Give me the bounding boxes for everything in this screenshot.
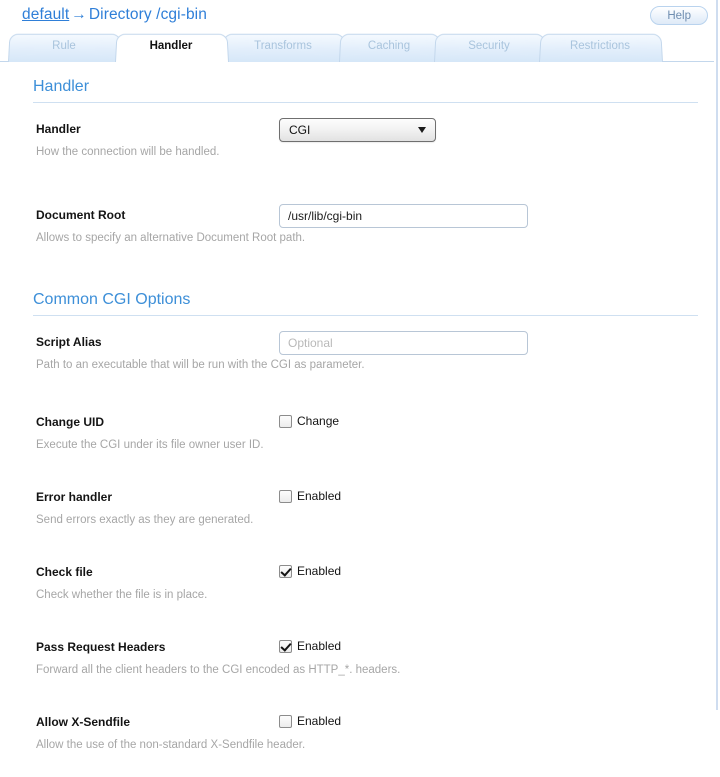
field-label-change-uid: Change UID: [36, 415, 105, 429]
tab-label: Restrictions: [569, 40, 631, 52]
field-control-handler: CGI: [279, 118, 436, 142]
field-help-document-root: Allows to specify an alternative Documen…: [36, 232, 306, 244]
help-button[interactable]: Help: [650, 6, 708, 25]
field-control-allow-x-sendfile: Enabled: [279, 711, 341, 731]
field-control-script-alias: [279, 331, 528, 355]
breadcrumb: default → Directory /cgi-bin: [22, 6, 207, 24]
field-help-allow-x-sendfile: Allow the use of the non-standard X-Send…: [36, 739, 306, 751]
field-label-script-alias: Script Alias: [36, 335, 102, 349]
field-label-check-file: Check file: [36, 565, 93, 579]
tab-security[interactable]: Security: [434, 33, 546, 62]
checkbox-wrap-check-file[interactable]: Enabled: [279, 561, 341, 581]
field-help-check-file: Check whether the file is in place.: [36, 589, 208, 601]
field-label-document-root: Document Root: [36, 208, 126, 222]
field-label-handler: Handler: [36, 122, 81, 136]
field-label-allow-x-sendfile: Allow X-Sendfile: [36, 715, 131, 729]
field-label-pass-request-headers: Pass Request Headers: [36, 640, 166, 654]
breadcrumb-link-default[interactable]: default: [22, 6, 69, 23]
tab-label: Handler: [149, 40, 193, 52]
page-right-border: [716, 0, 718, 710]
field-help-script-alias: Path to an executable that will be run w…: [36, 359, 365, 371]
field-row-error-handler: Error handler Send errors exactly as they…: [0, 477, 714, 552]
checkbox-pass-request-headers[interactable]: [279, 639, 292, 653]
checkbox-change-uid[interactable]: [279, 414, 292, 428]
page-header: default → Directory /cgi-bin Help: [0, 0, 720, 33]
tab-caching[interactable]: Caching: [339, 33, 441, 62]
field-control-error-handler: Enabled: [279, 486, 341, 506]
section-common-cgi-options: Common CGI Options Script Alias Path to an…: [0, 275, 714, 777]
tab-transforms[interactable]: Transforms: [222, 33, 346, 62]
checkbox-label-check-file: Enabled: [297, 564, 342, 578]
checkbox-label-pass-request-headers: Enabled: [297, 639, 342, 653]
field-row-check-file: Check file Check whether the file is in p…: [0, 552, 714, 627]
active-tab-baseline-cover: [118, 60, 224, 62]
field-row-document-root: Document Root Allows to specify an altern…: [0, 189, 714, 275]
field-label-error-handler: Error handler: [36, 490, 113, 504]
checkbox-error-handler[interactable]: [279, 489, 292, 503]
tab-label: Security: [468, 40, 510, 52]
field-help-change-uid: Execute the CGI under its file owner use…: [36, 439, 264, 451]
field-row-change-uid: Change UID Execute the CGI under its file…: [0, 402, 714, 477]
checkbox-label-allow-x-sendfile: Enabled: [297, 714, 342, 728]
field-control-check-file: Enabled: [279, 561, 341, 581]
field-help-pass-request-headers: Forward all the client headers to the CG…: [36, 664, 401, 676]
checkbox-allow-x-sendfile[interactable]: [279, 714, 292, 728]
tab-bar: Rule Handler Transforms Caching Security Rest…: [0, 33, 720, 62]
section-title: Handler: [33, 78, 90, 95]
checkbox-wrap-change-uid[interactable]: Change: [279, 411, 339, 431]
tab-label: Transforms: [254, 40, 312, 52]
select-value: CGI: [289, 123, 311, 137]
field-help-handler: How the connection will be handled.: [36, 146, 220, 158]
checkbox-check-file[interactable]: [279, 564, 292, 578]
text-input-document-root[interactable]: [279, 204, 528, 228]
breadcrumb-current: Directory /cgi-bin: [88, 6, 207, 23]
checkbox-label-error-handler: Enabled: [297, 489, 342, 503]
select-handler[interactable]: CGI: [279, 118, 436, 142]
chevron-down-icon: [418, 127, 426, 133]
checkbox-wrap-allow-x-sendfile[interactable]: Enabled: [279, 711, 341, 731]
section-handler: Handler Handler How the connection will be…: [0, 62, 714, 275]
field-control-pass-request-headers: Enabled: [279, 636, 341, 656]
field-row-pass-request-headers: Pass Request Headers Forward all the clie…: [0, 627, 714, 702]
text-input-script-alias[interactable]: [279, 331, 528, 355]
field-control-change-uid: Change: [279, 411, 339, 431]
field-control-document-root: [279, 204, 528, 228]
tab-label: Rule: [52, 40, 76, 52]
tab-rule[interactable]: Rule: [8, 33, 122, 62]
section-title: Common CGI Options: [33, 291, 191, 308]
checkbox-label-change-uid: Change: [297, 414, 340, 428]
field-row-handler: Handler How the connection will be handle…: [0, 103, 714, 189]
breadcrumb-separator-icon: →: [71, 6, 87, 23]
checkbox-wrap-pass-request-headers[interactable]: Enabled: [279, 636, 341, 656]
field-help-error-handler: Send errors exactly as they are generate…: [36, 514, 254, 526]
field-row-script-alias: Script Alias Path to an executable that w…: [0, 316, 714, 402]
tab-restrictions[interactable]: Restrictions: [539, 33, 663, 62]
checkbox-wrap-error-handler[interactable]: Enabled: [279, 486, 341, 506]
main-content: Handler Handler How the connection will be…: [0, 62, 714, 777]
field-row-allow-x-sendfile: Allow X-Sendfile Allow the use of the non…: [0, 702, 714, 777]
tab-handler[interactable]: Handler: [115, 33, 229, 62]
tab-label: Caching: [367, 40, 411, 52]
